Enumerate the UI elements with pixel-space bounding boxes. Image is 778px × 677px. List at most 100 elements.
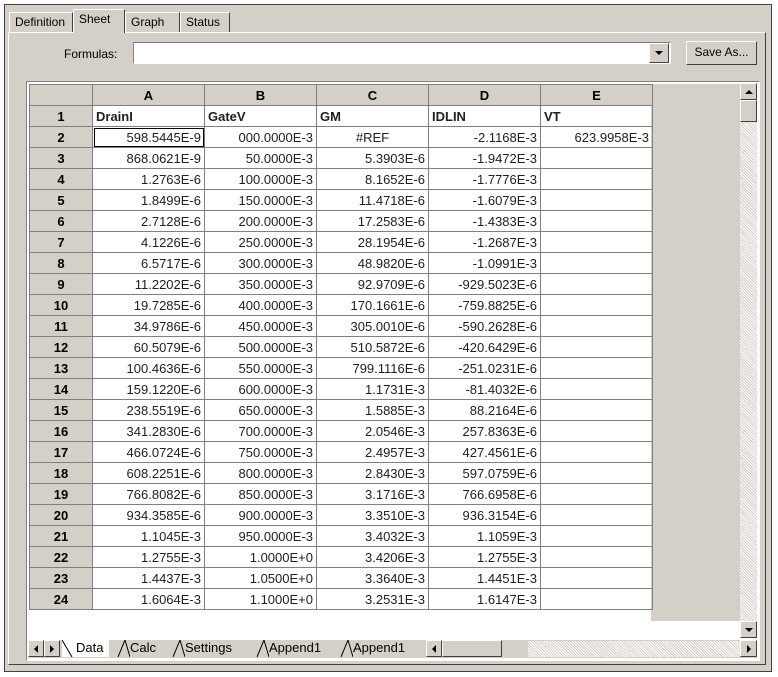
column-header-d[interactable]: D bbox=[428, 84, 541, 106]
table-cell[interactable]: 000.0000E-3 bbox=[204, 126, 317, 148]
table-cell[interactable]: 598.5445E-9 bbox=[92, 126, 205, 148]
table-cell[interactable]: 510.5872E-6 bbox=[316, 336, 429, 358]
sheet-scroll-right-button[interactable] bbox=[44, 640, 60, 657]
vertical-scrollbar[interactable] bbox=[740, 83, 757, 638]
table-cell[interactable]: 700.0000E-3 bbox=[204, 420, 317, 442]
table-cell[interactable] bbox=[540, 441, 653, 463]
table-cell[interactable]: 500.0000E-3 bbox=[204, 336, 317, 358]
formulas-dropdown-button[interactable] bbox=[649, 43, 669, 63]
row-header[interactable]: 6 bbox=[29, 210, 93, 232]
table-cell[interactable]: 2.7128E-6 bbox=[92, 210, 205, 232]
table-cell[interactable]: 450.0000E-3 bbox=[204, 315, 317, 337]
table-cell[interactable]: 257.8363E-6 bbox=[428, 420, 541, 442]
hscroll-thumb[interactable] bbox=[442, 640, 502, 657]
row-header[interactable]: 18 bbox=[29, 462, 93, 484]
table-cell[interactable] bbox=[540, 462, 653, 484]
table-cell[interactable]: 3.4206E-3 bbox=[316, 546, 429, 568]
table-cell[interactable]: 1.2763E-6 bbox=[92, 168, 205, 190]
table-cell[interactable]: 159.1220E-6 bbox=[92, 378, 205, 400]
table-cell[interactable]: 5.3903E-6 bbox=[316, 147, 429, 169]
table-cell[interactable] bbox=[540, 399, 653, 421]
table-cell[interactable]: 2.0546E-3 bbox=[316, 420, 429, 442]
table-cell[interactable] bbox=[540, 315, 653, 337]
sheet-scroll-left-button[interactable] bbox=[28, 640, 44, 657]
table-cell[interactable]: IDLIN bbox=[428, 105, 541, 127]
table-cell[interactable]: -81.4032E-6 bbox=[428, 378, 541, 400]
table-cell[interactable]: 550.0000E-3 bbox=[204, 357, 317, 379]
table-cell[interactable] bbox=[540, 231, 653, 253]
table-cell[interactable]: 60.5079E-6 bbox=[92, 336, 205, 358]
sheet-tab-data[interactable]: Data bbox=[62, 640, 110, 657]
table-cell[interactable]: 623.9958E-3 bbox=[540, 126, 653, 148]
row-header[interactable]: 5 bbox=[29, 189, 93, 211]
table-cell[interactable]: 799.1116E-6 bbox=[316, 357, 429, 379]
scroll-up-button[interactable] bbox=[740, 83, 757, 100]
table-cell[interactable]: -759.8825E-6 bbox=[428, 294, 541, 316]
row-header[interactable]: 13 bbox=[29, 357, 93, 379]
table-cell[interactable] bbox=[540, 567, 653, 589]
table-cell[interactable]: 88.2164E-6 bbox=[428, 399, 541, 421]
table-cell[interactable]: 3.4032E-3 bbox=[316, 525, 429, 547]
table-cell[interactable]: 150.0000E-3 bbox=[204, 189, 317, 211]
row-header[interactable]: 4 bbox=[29, 168, 93, 190]
table-cell[interactable]: 466.0724E-6 bbox=[92, 441, 205, 463]
table-cell[interactable] bbox=[540, 168, 653, 190]
table-cell[interactable]: 1.2755E-3 bbox=[428, 546, 541, 568]
table-cell[interactable]: -590.2628E-6 bbox=[428, 315, 541, 337]
table-cell[interactable]: 34.9786E-6 bbox=[92, 315, 205, 337]
table-cell[interactable]: 100.0000E-3 bbox=[204, 168, 317, 190]
row-header[interactable]: 2 bbox=[29, 126, 93, 148]
row-header[interactable]: 14 bbox=[29, 378, 93, 400]
row-header[interactable]: 21 bbox=[29, 525, 93, 547]
table-cell[interactable]: 608.2251E-6 bbox=[92, 462, 205, 484]
table-cell[interactable]: -1.2687E-3 bbox=[428, 231, 541, 253]
tab-graph[interactable]: Graph bbox=[125, 12, 180, 32]
table-cell[interactable] bbox=[540, 189, 653, 211]
table-cell[interactable]: 400.0000E-3 bbox=[204, 294, 317, 316]
table-cell[interactable]: 1.4451E-3 bbox=[428, 567, 541, 589]
table-cell[interactable]: 934.3585E-6 bbox=[92, 504, 205, 526]
table-cell[interactable]: -1.7776E-3 bbox=[428, 168, 541, 190]
table-cell[interactable]: 92.9709E-6 bbox=[316, 273, 429, 295]
scroll-thumb[interactable] bbox=[740, 100, 757, 122]
table-cell[interactable]: 50.0000E-3 bbox=[204, 147, 317, 169]
table-cell[interactable]: 1.0500E+0 bbox=[204, 567, 317, 589]
table-cell[interactable]: 11.2202E-6 bbox=[92, 273, 205, 295]
table-cell[interactable]: 900.0000E-3 bbox=[204, 504, 317, 526]
row-header[interactable]: 1 bbox=[29, 105, 93, 127]
table-cell[interactable]: #REF bbox=[316, 126, 429, 148]
save-as-button[interactable]: Save As... bbox=[686, 41, 757, 65]
table-cell[interactable]: -929.5023E-6 bbox=[428, 273, 541, 295]
table-cell[interactable]: 1.5885E-3 bbox=[316, 399, 429, 421]
table-cell[interactable] bbox=[540, 252, 653, 274]
table-cell[interactable]: 8.1652E-6 bbox=[316, 168, 429, 190]
table-cell[interactable]: 1.6147E-3 bbox=[428, 588, 541, 610]
row-header[interactable]: 8 bbox=[29, 252, 93, 274]
table-cell[interactable]: 200.0000E-3 bbox=[204, 210, 317, 232]
table-cell[interactable]: 766.6958E-6 bbox=[428, 483, 541, 505]
table-cell[interactable] bbox=[540, 420, 653, 442]
table-cell[interactable] bbox=[540, 336, 653, 358]
table-cell[interactable]: 800.0000E-3 bbox=[204, 462, 317, 484]
scroll-down-button[interactable] bbox=[740, 621, 757, 638]
table-cell[interactable]: 750.0000E-3 bbox=[204, 441, 317, 463]
formulas-input[interactable] bbox=[133, 42, 671, 64]
table-cell[interactable]: 2.8430E-3 bbox=[316, 462, 429, 484]
row-header[interactable]: 12 bbox=[29, 336, 93, 358]
table-cell[interactable]: 238.5519E-6 bbox=[92, 399, 205, 421]
row-header[interactable]: 11 bbox=[29, 315, 93, 337]
table-cell[interactable]: 11.4718E-6 bbox=[316, 189, 429, 211]
column-header-b[interactable]: B bbox=[204, 84, 317, 106]
table-cell[interactable] bbox=[540, 294, 653, 316]
table-cell[interactable]: -1.4383E-3 bbox=[428, 210, 541, 232]
column-header-c[interactable]: C bbox=[316, 84, 429, 106]
table-cell[interactable]: -420.6429E-6 bbox=[428, 336, 541, 358]
table-cell[interactable]: 1.4437E-3 bbox=[92, 567, 205, 589]
table-cell[interactable]: 766.8082E-6 bbox=[92, 483, 205, 505]
table-cell[interactable]: 1.1731E-3 bbox=[316, 378, 429, 400]
table-cell[interactable]: 250.0000E-3 bbox=[204, 231, 317, 253]
row-header[interactable]: 17 bbox=[29, 441, 93, 463]
table-cell[interactable] bbox=[540, 546, 653, 568]
row-header[interactable]: 15 bbox=[29, 399, 93, 421]
table-cell[interactable]: 936.3154E-6 bbox=[428, 504, 541, 526]
